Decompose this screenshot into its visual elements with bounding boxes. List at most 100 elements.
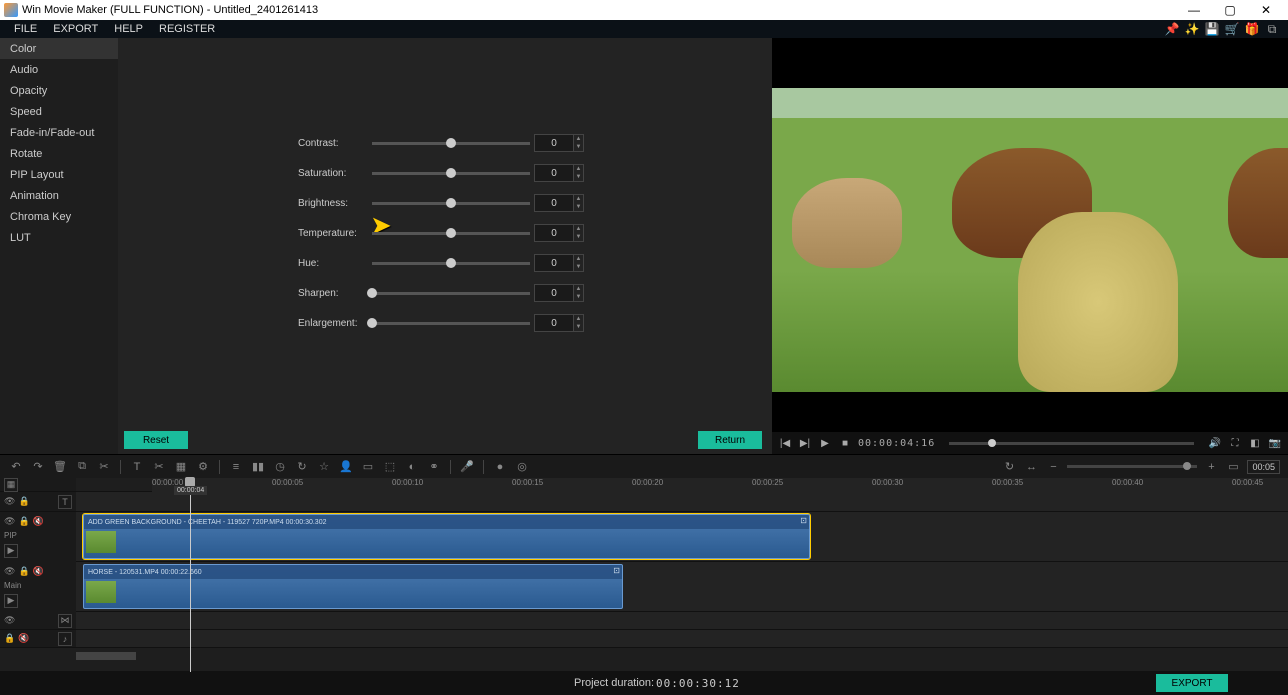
timeline-ruler[interactable]: 00:00:0000:00:0500:00:1000:00:1500:00:20… (152, 478, 1288, 492)
sidebar-item-pip-layout[interactable]: PIP Layout (0, 164, 118, 185)
lock-icon[interactable]: 🔒 (18, 496, 29, 507)
slider-thumb[interactable] (446, 228, 456, 238)
audio-track-icon[interactable]: ♪ (58, 632, 72, 646)
pip-clip-close-icon[interactable]: ⊡ (800, 516, 807, 525)
spinner-up-button[interactable]: ▲ (574, 285, 583, 293)
snap-icon[interactable]: ◧ (1248, 438, 1262, 449)
ratio-icon[interactable]: ⧉ (1262, 20, 1282, 38)
saturation-slider[interactable] (372, 172, 530, 175)
copy-button[interactable]: ⧉ (74, 459, 90, 475)
scrubber-thumb[interactable] (988, 439, 996, 447)
lock-icon[interactable]: 🔒 (18, 516, 29, 527)
spinner-down-button[interactable]: ▼ (574, 203, 583, 211)
redo-button[interactable]: ↷ (30, 459, 46, 475)
visibility-icon[interactable]: 👁 (4, 566, 15, 577)
sharpen-slider[interactable] (372, 292, 530, 295)
zoom-thumb[interactable] (1183, 462, 1191, 470)
link-button[interactable]: ⚭ (426, 459, 442, 475)
zoom-in-button[interactable]: + (1203, 459, 1219, 475)
lock-icon[interactable]: 🔒 (4, 633, 15, 644)
text-track-body[interactable] (76, 492, 1288, 511)
menu-export[interactable]: EXPORT (45, 23, 106, 35)
sidebar-item-audio[interactable]: Audio (0, 59, 118, 80)
person-button[interactable]: 👤 (338, 459, 354, 475)
sidebar-item-opacity[interactable]: Opacity (0, 80, 118, 101)
main-clip-close-icon[interactable]: ⊡ (613, 566, 620, 575)
zoom-out-button[interactable]: − (1045, 459, 1061, 475)
brightness-slider[interactable] (372, 202, 530, 205)
playhead[interactable] (190, 478, 191, 672)
bars-button[interactable]: ▮▮ (250, 459, 266, 475)
adjust-button[interactable]: ⚙ (195, 459, 211, 475)
brightness-value-input[interactable] (534, 194, 574, 212)
mute-icon[interactable]: 🔇 (18, 633, 29, 644)
star-button[interactable]: ☆ (316, 459, 332, 475)
volume-icon[interactable]: 🔊 (1208, 438, 1222, 449)
spinner-down-button[interactable]: ▼ (574, 173, 583, 181)
spinner-up-button[interactable]: ▲ (574, 315, 583, 323)
mute-icon[interactable]: 🔇 (33, 516, 44, 527)
enlargement-value-input[interactable] (534, 314, 574, 332)
refresh-button[interactable]: ↻ (1001, 459, 1017, 475)
spinner-up-button[interactable]: ▲ (574, 135, 583, 143)
spinner-down-button[interactable]: ▼ (574, 293, 583, 301)
text-track-icon[interactable]: T (58, 495, 72, 509)
main-track-play-icon[interactable]: ▶ (4, 594, 18, 608)
sharpen-value-input[interactable] (534, 284, 574, 302)
export-button[interactable]: EXPORT (1156, 674, 1228, 692)
record-button[interactable]: ● (492, 459, 508, 475)
screenshot-icon[interactable]: 📷 (1268, 438, 1282, 449)
zoom-slider[interactable] (1067, 465, 1197, 468)
audio-track-body[interactable] (76, 630, 1288, 647)
timeline-scrollbar[interactable] (76, 652, 136, 660)
spinner-up-button[interactable]: ▲ (574, 225, 583, 233)
sidebar-item-fade-in-fade-out[interactable]: Fade-in/Fade-out (0, 122, 118, 143)
undo-button[interactable]: ↶ (8, 459, 24, 475)
sidebar-item-animation[interactable]: Animation (0, 185, 118, 206)
pin-icon[interactable]: 📌 (1162, 20, 1182, 38)
sidebar-item-lut[interactable]: LUT (0, 227, 118, 248)
maximize-button[interactable]: ▢ (1212, 0, 1248, 20)
delete-button[interactable]: 🗑 (52, 459, 68, 475)
spinner-up-button[interactable]: ▲ (574, 255, 583, 263)
next-frame-button[interactable]: ▶| (798, 438, 812, 449)
spinner-down-button[interactable]: ▼ (574, 233, 583, 241)
menu-register[interactable]: REGISTER (151, 23, 223, 35)
return-button[interactable]: Return (698, 431, 762, 449)
temperature-value-input[interactable] (534, 224, 574, 242)
mask-button[interactable]: ◐ (404, 459, 420, 475)
prev-frame-button[interactable]: |◀ (778, 438, 792, 449)
reset-button[interactable]: Reset (124, 431, 188, 449)
split-button[interactable]: ✂ (151, 459, 167, 475)
pip-track-body[interactable]: ADD GREEN BACKGROUND - CHEETAH - 119527 … (76, 512, 1288, 561)
enlargement-slider[interactable] (372, 322, 530, 325)
slider-thumb[interactable] (446, 138, 456, 148)
visibility-icon[interactable]: 👁 (4, 496, 15, 507)
menu-file[interactable]: FILE (6, 23, 45, 35)
main-track-body[interactable]: HORSE - 120531.MP4 00:00:22.660 ⊡ (76, 562, 1288, 611)
cart-icon[interactable]: 🛒 (1222, 20, 1242, 38)
saturation-value-input[interactable] (534, 164, 574, 182)
lock-icon[interactable]: 🔒 (18, 566, 29, 577)
slider-thumb[interactable] (367, 288, 377, 298)
preview-video[interactable] (772, 88, 1288, 392)
save-icon[interactable]: 💾 (1202, 20, 1222, 38)
pip-track-play-icon[interactable]: ▶ (4, 544, 18, 558)
transition-track-icon[interactable]: ⋈ (58, 614, 72, 628)
zoom-fit-icon[interactable]: ▭ (1225, 459, 1241, 475)
frame-button[interactable]: ▭ (360, 459, 376, 475)
preview-scrubber[interactable] (949, 442, 1194, 445)
spinner-down-button[interactable]: ▼ (574, 263, 583, 271)
hue-value-input[interactable] (534, 254, 574, 272)
hue-slider[interactable] (372, 262, 530, 265)
menu-help[interactable]: HELP (106, 23, 151, 35)
gift-icon[interactable]: 🎁 (1242, 20, 1262, 38)
slider-thumb[interactable] (446, 168, 456, 178)
spinner-down-button[interactable]: ▼ (574, 143, 583, 151)
minimize-button[interactable]: — (1176, 0, 1212, 20)
temperature-slider[interactable] (372, 232, 530, 235)
mic-button[interactable]: 🎤 (459, 459, 475, 475)
text-button[interactable]: T (129, 459, 145, 475)
slider-thumb[interactable] (367, 318, 377, 328)
sidebar-item-chroma-key[interactable]: Chroma Key (0, 206, 118, 227)
